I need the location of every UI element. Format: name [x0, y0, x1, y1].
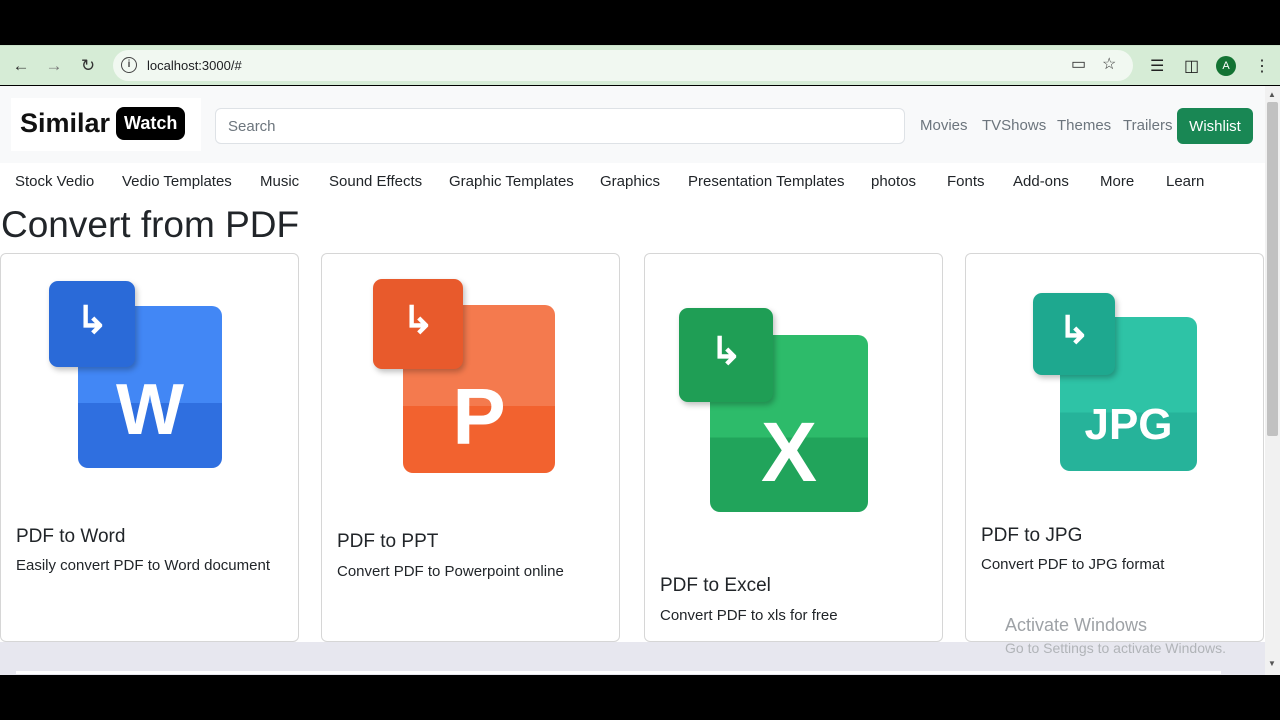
card-pdf-to-excel[interactable]: X ↳ PDF to Excel Convert PDF to xls for …	[644, 253, 943, 642]
category-graphics[interactable]: Graphics	[600, 173, 660, 190]
scroll-down-arrow-icon[interactable]: ▼	[1268, 659, 1276, 668]
nav-link-tvshows[interactable]: TVShows	[982, 117, 1046, 134]
activate-windows-subtitle: Go to Settings to activate Windows.	[1005, 640, 1226, 656]
screen-bottom-black-bar	[0, 675, 1280, 720]
category-sound-effects[interactable]: Sound Effects	[329, 173, 422, 190]
address-bar[interactable]: i localhost:3000/# ▭ ☆	[113, 50, 1133, 81]
jpg-convert-icon: JPG ↳	[1033, 293, 1199, 473]
card-pdf-to-word[interactable]: W ↳ PDF to Word Easily convert PDF to Wo…	[0, 253, 299, 642]
category-vedio-templates[interactable]: Vedio Templates	[122, 173, 232, 190]
page-viewport: Similar Watch Movies TVShows Themes Trai…	[0, 86, 1265, 675]
profile-avatar[interactable]: A	[1216, 56, 1236, 76]
bookmark-star-icon[interactable]: ☆	[1102, 54, 1116, 74]
ppt-convert-icon: P ↳	[373, 279, 558, 477]
card-title: PDF to Excel	[660, 575, 771, 596]
logo-word-similar: Similar	[20, 108, 111, 138]
horizontal-scrollbar-track[interactable]	[16, 671, 1221, 674]
card-description: Convert PDF to xls for free	[660, 607, 838, 624]
category-more[interactable]: More	[1100, 173, 1134, 190]
category-presentation-templates[interactable]: Presentation Templates	[688, 173, 844, 190]
category-graphic-templates[interactable]: Graphic Templates	[449, 173, 574, 190]
install-app-icon[interactable]: ▭	[1071, 54, 1086, 74]
site-info-icon[interactable]: i	[121, 57, 137, 73]
card-title: PDF to JPG	[981, 525, 1083, 546]
side-panel-icon[interactable]: ◫	[1184, 56, 1199, 76]
nav-link-movies[interactable]: Movies	[920, 117, 968, 134]
category-learn[interactable]: Learn	[1166, 173, 1204, 190]
scrollbar-thumb[interactable]	[1267, 102, 1278, 436]
page-title: Convert from PDF	[1, 204, 300, 245]
site-header: Similar Watch Movies TVShows Themes Trai…	[0, 86, 1265, 163]
browser-toolbar: ← → ↻ i localhost:3000/# ▭ ☆ ☰ ◫ A ⋮	[0, 45, 1280, 85]
address-url[interactable]: localhost:3000/#	[147, 58, 242, 73]
screen-top-black-bar	[0, 0, 1280, 45]
nav-link-themes[interactable]: Themes	[1057, 117, 1111, 134]
reload-icon[interactable]: ↻	[76, 46, 100, 86]
category-photos[interactable]: photos	[871, 173, 916, 190]
card-pdf-to-ppt[interactable]: P ↳ PDF to PPT Convert PDF to Powerpoint…	[321, 253, 620, 642]
activate-windows-title: Activate Windows	[1005, 615, 1148, 635]
menu-kebab-icon[interactable]: ⋮	[1254, 56, 1270, 76]
card-description: Convert PDF to Powerpoint online	[337, 563, 564, 580]
category-fonts[interactable]: Fonts	[947, 173, 985, 190]
vertical-scrollbar[interactable]: ▲ ▼	[1265, 86, 1280, 675]
scroll-up-arrow-icon[interactable]: ▲	[1268, 90, 1276, 99]
wishlist-button[interactable]: Wishlist	[1177, 108, 1253, 144]
card-description: Convert PDF to JPG format	[981, 556, 1165, 573]
category-music[interactable]: Music	[260, 173, 299, 190]
card-title: PDF to PPT	[337, 531, 439, 552]
category-add-ons[interactable]: Add-ons	[1013, 173, 1069, 190]
logo-word-watch: Watch	[116, 107, 186, 140]
site-logo[interactable]: Similar Watch	[11, 98, 201, 151]
forward-icon[interactable]: →	[42, 46, 66, 86]
card-pdf-to-jpg[interactable]: JPG ↳ PDF to JPG Convert PDF to JPG form…	[965, 253, 1264, 642]
card-description: Easily convert PDF to Word document	[16, 557, 270, 574]
excel-convert-icon: X ↳	[679, 308, 871, 514]
word-convert-icon: W ↳	[49, 281, 224, 471]
card-title: PDF to Word	[16, 526, 126, 547]
back-icon[interactable]: ←	[9, 46, 33, 86]
media-queue-icon[interactable]: ☰	[1150, 56, 1164, 76]
category-stock-vedio[interactable]: Stock Vedio	[15, 173, 94, 190]
nav-link-trailers[interactable]: Trailers	[1123, 117, 1172, 134]
category-nav: Stock Vedio Vedio Templates Music Sound …	[0, 163, 1265, 203]
search-input[interactable]	[215, 108, 905, 144]
